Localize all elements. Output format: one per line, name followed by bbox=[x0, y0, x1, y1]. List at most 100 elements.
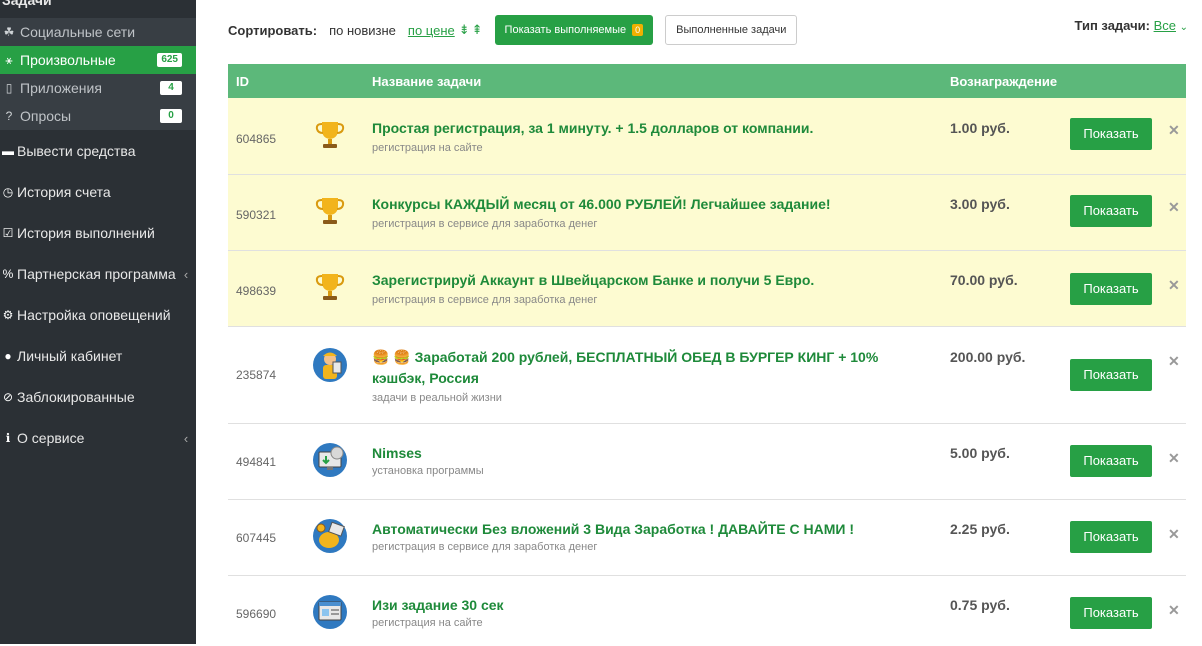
task-id: 494841 bbox=[236, 455, 277, 469]
sidebar-item-label: Настройка оповещений bbox=[17, 307, 171, 323]
column-header-id: ID bbox=[236, 74, 249, 89]
sidebar-item-about[interactable]: ℹ О сервисе ‹ bbox=[0, 418, 196, 458]
table-row: 604865 Простая регистрация, за 1 минуту.… bbox=[228, 98, 1186, 175]
install-icon bbox=[313, 443, 347, 477]
sidebar-section-title: Задачи bbox=[2, 0, 52, 8]
task-reward: 0.75 руб. bbox=[950, 597, 1010, 613]
close-icon[interactable]: ✕ bbox=[1168, 353, 1180, 370]
task-reward: 200.00 руб. bbox=[950, 349, 1026, 365]
sort-asc-icon[interactable]: ⇞ bbox=[472, 22, 483, 38]
main-content: Сортировать: по новизне по цене ⇟ ⇞ Пока… bbox=[210, 0, 1202, 644]
close-icon[interactable]: ✕ bbox=[1168, 199, 1180, 216]
sidebar-item-apps[interactable]: ▯ Приложения 4 bbox=[0, 74, 196, 102]
sidebar-item-social[interactable]: ☘ Социальные сети bbox=[0, 18, 196, 46]
show-task-button[interactable]: Показать bbox=[1070, 273, 1152, 305]
table-row: 596690 Изи задание 30 сек регистрация на… bbox=[228, 576, 1186, 646]
task-title-link[interactable]: Простая регистрация, за 1 минуту. + 1.5 … bbox=[372, 118, 932, 139]
table-row: 498639 Зарегистрируй Аккаунт в Швейцарск… bbox=[228, 251, 1186, 327]
cogs-icon: ⚙ bbox=[2, 308, 14, 322]
task-title-link[interactable]: 🍔 🍔 Заработай 200 рублей, БЕСПЛАТНЫЙ ОБЕ… bbox=[372, 347, 932, 389]
show-task-button[interactable]: Показать bbox=[1070, 359, 1152, 391]
chevron-left-icon: ‹ bbox=[183, 430, 189, 446]
sidebar-item-blocked[interactable]: ⊘ Заблокированные bbox=[0, 377, 196, 417]
sort-desc-icon[interactable]: ⇟ bbox=[459, 22, 470, 38]
show-task-button[interactable]: Показать bbox=[1070, 521, 1152, 553]
column-header-reward: Вознаграждение bbox=[950, 74, 1058, 89]
task-title-link[interactable]: Зарегистрируй Аккаунт в Швейцарском Банк… bbox=[372, 270, 932, 291]
minus-icon: ▬ bbox=[2, 144, 14, 158]
chevron-down-icon[interactable]: ⌄ bbox=[1180, 22, 1188, 33]
close-icon[interactable]: ✕ bbox=[1168, 277, 1180, 294]
sort-toolbar: Сортировать: по новизне по цене ⇟ ⇞ Пока… bbox=[228, 14, 1188, 46]
count-badge: 0 bbox=[160, 109, 182, 123]
shapes-icon: ⚹ bbox=[5, 52, 13, 67]
task-title-link[interactable]: Конкурсы КАЖДЫЙ месяц от 46.000 РУБЛЕЙ! … bbox=[372, 194, 932, 215]
clock-icon: ◷ bbox=[2, 185, 14, 199]
close-icon[interactable]: ✕ bbox=[1168, 602, 1180, 619]
count-badge: 625 bbox=[157, 53, 182, 67]
completed-tasks-button[interactable]: Выполненные задачи bbox=[665, 15, 798, 45]
sidebar-item-completion-history[interactable]: ☑ История выполнений bbox=[0, 213, 196, 253]
show-task-button[interactable]: Показать bbox=[1070, 445, 1152, 477]
info-icon: ℹ bbox=[5, 431, 11, 445]
sidebar-item-label: Приложения bbox=[20, 80, 102, 96]
show-running-button[interactable]: Показать выполняемые 0 bbox=[494, 15, 654, 45]
task-reward: 70.00 руб. bbox=[950, 272, 1018, 288]
show-task-button[interactable]: Показать bbox=[1070, 195, 1152, 227]
mobile-icon: ▯ bbox=[5, 81, 13, 95]
sidebar-item-account-history[interactable]: ◷ История счета bbox=[0, 172, 196, 212]
question-icon: ? bbox=[5, 109, 13, 123]
sidebar-item-label: Вывести средства bbox=[17, 143, 136, 159]
task-id: 590321 bbox=[236, 208, 277, 222]
trophy-icon bbox=[315, 122, 345, 148]
task-type-filter: Тип задачи: Все ⌄ bbox=[1075, 18, 1189, 33]
task-id: 596690 bbox=[236, 607, 277, 621]
sidebar-item-label: История выполнений bbox=[17, 225, 155, 241]
sort-by-price[interactable]: по цене bbox=[408, 23, 455, 38]
count-badge: 4 bbox=[160, 81, 182, 95]
sidebar-item-affiliate[interactable]: % Партнерская программа ‹ bbox=[0, 254, 196, 294]
table-row: 494841 Nimses установка программы 5.00 р… bbox=[228, 424, 1186, 500]
table-row: 590321 Конкурсы КАЖДЫЙ месяц от 46.000 Р… bbox=[228, 175, 1186, 251]
table-header: ID Название задачи Вознаграждение bbox=[228, 64, 1186, 98]
task-type-label: Тип задачи: bbox=[1074, 18, 1150, 33]
sidebar-item-label: Заблокированные bbox=[17, 389, 135, 405]
checkbox-icon: ☑ bbox=[2, 226, 14, 240]
task-category: регистрация на сайте bbox=[372, 617, 483, 629]
sidebar-item-custom[interactable]: ⚹ Произвольные 625 bbox=[0, 46, 196, 74]
trophy-icon bbox=[315, 274, 345, 300]
sidebar-item-withdraw[interactable]: ▬ Вывести средства bbox=[0, 131, 196, 171]
task-reward: 3.00 руб. bbox=[950, 196, 1010, 212]
task-title-link[interactable]: Автоматически Без вложений 3 Вида Зарабо… bbox=[372, 519, 932, 540]
column-header-name: Название задачи bbox=[372, 74, 482, 89]
chevron-left-icon: ‹ bbox=[183, 266, 189, 282]
task-category: регистрация на сайте bbox=[372, 142, 483, 154]
task-category: регистрация в сервисе для заработка дене… bbox=[372, 541, 598, 553]
task-category: регистрация в сервисе для заработка дене… bbox=[372, 294, 598, 306]
task-id: 498639 bbox=[236, 284, 277, 298]
ban-icon: ⊘ bbox=[2, 390, 14, 404]
sidebar-item-label: Опросы bbox=[20, 108, 72, 124]
task-reward: 5.00 руб. bbox=[950, 445, 1010, 461]
task-category: регистрация в сервисе для заработка дене… bbox=[372, 218, 598, 230]
money-icon bbox=[313, 519, 347, 553]
sidebar-item-label: Социальные сети bbox=[20, 24, 136, 40]
close-icon[interactable]: ✕ bbox=[1168, 450, 1180, 467]
tasks-table: ID Название задачи Вознаграждение 604865… bbox=[228, 64, 1186, 646]
sort-label: Сортировать: bbox=[228, 22, 318, 38]
show-task-button[interactable]: Показать bbox=[1070, 118, 1152, 150]
sort-by-newest[interactable]: по новизне bbox=[329, 23, 396, 38]
close-icon[interactable]: ✕ bbox=[1168, 122, 1180, 139]
task-reward: 2.25 руб. bbox=[950, 521, 1010, 537]
worker-icon bbox=[313, 348, 347, 382]
sidebar-item-notifications[interactable]: ⚙ Настройка оповещений bbox=[0, 295, 196, 335]
close-icon[interactable]: ✕ bbox=[1168, 526, 1180, 543]
sidebar-item-profile[interactable]: ● Личный кабинет bbox=[0, 336, 196, 376]
show-task-button[interactable]: Показать bbox=[1070, 597, 1152, 629]
sidebar-item-label: О сервисе bbox=[17, 430, 85, 446]
task-title-link[interactable]: Изи задание 30 сек bbox=[372, 595, 932, 616]
sidebar-item-polls[interactable]: ? Опросы 0 bbox=[0, 102, 196, 130]
website-icon bbox=[313, 595, 347, 629]
task-title-link[interactable]: Nimses bbox=[372, 443, 932, 464]
task-type-select[interactable]: Все bbox=[1154, 18, 1176, 33]
